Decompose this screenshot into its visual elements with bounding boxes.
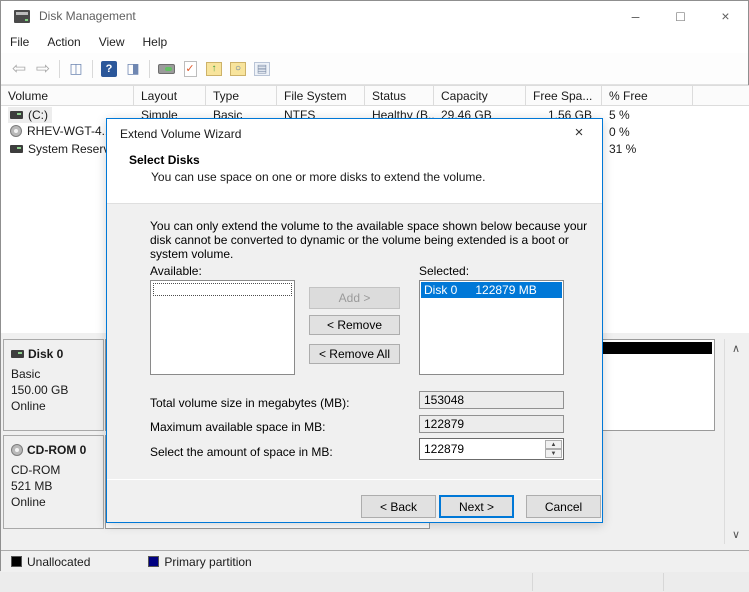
- column-header-volume[interactable]: Volume: [1, 86, 134, 105]
- cancel-button[interactable]: Cancel: [526, 495, 601, 518]
- menu-help[interactable]: Help: [134, 32, 177, 52]
- selected-disk-item[interactable]: Disk 0 122879 MB: [421, 282, 562, 298]
- available-listbox[interactable]: [150, 280, 295, 375]
- cdrom-label-panel[interactable]: CD-ROM 0 CD-ROM 521 MB Online: [3, 435, 104, 529]
- focus-rect: [153, 283, 292, 296]
- total-size-label: Total volume size in megabytes (MB):: [150, 396, 349, 410]
- legend-bar: Unallocated Primary partition: [1, 550, 749, 572]
- volume-name: (C:): [28, 108, 48, 122]
- remove-button[interactable]: < Remove: [309, 315, 400, 335]
- add-button: Add >: [309, 287, 400, 309]
- minimize-button[interactable]: –: [613, 1, 658, 31]
- toolbar-separator: [92, 60, 93, 78]
- menu-view[interactable]: View: [90, 32, 134, 52]
- volume-name: RHEV-WGT-4.1-: [27, 124, 116, 138]
- toolbar-separator: [59, 60, 60, 78]
- disk-management-icon: [14, 10, 30, 23]
- unallocated-swatch: [11, 556, 22, 567]
- cell-pct-free: 5 %: [602, 108, 693, 122]
- cdrom-status: Online: [11, 494, 103, 510]
- disk0-type: Basic: [11, 366, 103, 382]
- extend-volume-wizard-dialog: Extend Volume Wizard × Select Disks You …: [106, 118, 603, 523]
- available-label: Available:: [150, 264, 202, 278]
- volume-icon: [10, 111, 23, 119]
- column-header-free-space[interactable]: Free Spa...: [526, 86, 602, 105]
- dialog-separator: [107, 479, 602, 480]
- volume-list-header: Volume Layout Type File System Status Ca…: [1, 85, 749, 106]
- toolbar-separator: [149, 60, 150, 78]
- dialog-instruction: You can only extend the volume to the av…: [150, 219, 588, 261]
- back-icon[interactable]: ⇦: [8, 59, 30, 79]
- amount-spinner[interactable]: 122879 ▲ ▼: [419, 438, 564, 460]
- cell-pct-free: 0 %: [602, 125, 693, 139]
- disk-icon: [11, 350, 24, 358]
- primary-partition-swatch: [148, 556, 159, 567]
- menu-action[interactable]: Action: [38, 32, 89, 52]
- next-button[interactable]: Next >: [439, 495, 514, 518]
- selected-disk-name: Disk 0: [424, 283, 457, 297]
- selected-label: Selected:: [419, 264, 469, 278]
- cdrom-size: 521 MB: [11, 478, 103, 494]
- back-button[interactable]: < Back: [361, 495, 436, 518]
- column-header-file-system[interactable]: File System: [277, 86, 365, 105]
- selected-listbox[interactable]: Disk 0 122879 MB: [419, 280, 564, 375]
- folder-search-icon[interactable]: ○: [230, 62, 246, 76]
- dialog-header: Extend Volume Wizard × Select Disks You …: [107, 119, 602, 204]
- cell-pct-free: 31 %: [602, 142, 693, 156]
- help-icon[interactable]: ?: [101, 61, 117, 77]
- disk0-status: Online: [11, 398, 103, 414]
- taskbar-divider: [532, 573, 533, 591]
- forward-icon[interactable]: ⇨: [32, 59, 54, 79]
- dialog-close-icon[interactable]: ×: [569, 124, 589, 141]
- graph-scrollbar[interactable]: ∧ ∨: [724, 339, 747, 544]
- scroll-down-icon[interactable]: ∨: [725, 528, 747, 541]
- column-header-layout[interactable]: Layout: [134, 86, 206, 105]
- column-header-pct-free[interactable]: % Free: [602, 86, 693, 105]
- title-bar: Disk Management – □ ×: [1, 1, 748, 31]
- menu-bar: File Action View Help: [1, 31, 748, 53]
- total-size-field: 153048: [419, 391, 564, 409]
- disk0-name: Disk 0: [28, 346, 63, 362]
- legend-primary-partition: Primary partition: [164, 555, 251, 569]
- column-header-capacity[interactable]: Capacity: [434, 86, 526, 105]
- cd-icon: [11, 444, 23, 456]
- legend-unallocated: Unallocated: [27, 555, 90, 569]
- disk0-label-panel[interactable]: Disk 0 Basic 150.00 GB Online: [3, 339, 104, 431]
- spin-down-icon[interactable]: ▼: [545, 449, 562, 458]
- max-space-label: Maximum available space in MB:: [150, 420, 325, 434]
- show-console-tree-icon[interactable]: ◫: [65, 59, 87, 79]
- column-header-status[interactable]: Status: [365, 86, 434, 105]
- max-space-field: 122879: [419, 415, 564, 433]
- cdrom-type: CD-ROM: [11, 462, 103, 478]
- maximize-button[interactable]: □: [658, 1, 703, 31]
- scroll-up-icon[interactable]: ∧: [725, 342, 747, 355]
- taskbar-divider: [663, 573, 664, 591]
- dialog-title: Extend Volume Wizard: [120, 127, 241, 141]
- disk0-size: 150.00 GB: [11, 382, 103, 398]
- spin-up-icon[interactable]: ▲: [545, 440, 562, 449]
- volume-icon: [10, 145, 23, 153]
- show-action-pane-icon[interactable]: ◨: [122, 59, 144, 79]
- menu-file[interactable]: File: [1, 32, 38, 52]
- dialog-subheading: You can use space on one or more disks t…: [151, 170, 485, 184]
- disk-management-window: Disk Management – □ × File Action View H…: [0, 0, 749, 571]
- taskbar-strip: [0, 572, 749, 592]
- amount-value[interactable]: 122879: [424, 442, 464, 456]
- selected-disk-size: 122879 MB: [475, 283, 536, 297]
- window-title: Disk Management: [39, 9, 136, 23]
- cdrom-name: CD-ROM 0: [27, 442, 86, 458]
- cd-volume-icon: [10, 125, 22, 137]
- task-list-icon[interactable]: ▤: [254, 62, 270, 76]
- dialog-heading: Select Disks: [129, 153, 200, 167]
- amount-label: Select the amount of space in MB:: [150, 445, 333, 459]
- close-button[interactable]: ×: [703, 1, 748, 31]
- remove-all-button[interactable]: < Remove All: [309, 344, 400, 364]
- column-header-blank: [693, 86, 749, 105]
- toolbar: ⇦ ⇨ ◫ ? ◨ ✓ ↑ ○ ▤: [1, 53, 748, 85]
- folder-up-icon[interactable]: ↑: [206, 62, 222, 76]
- disk-properties-icon[interactable]: [158, 64, 175, 74]
- check-task-icon[interactable]: ✓: [184, 61, 197, 77]
- column-header-type[interactable]: Type: [206, 86, 277, 105]
